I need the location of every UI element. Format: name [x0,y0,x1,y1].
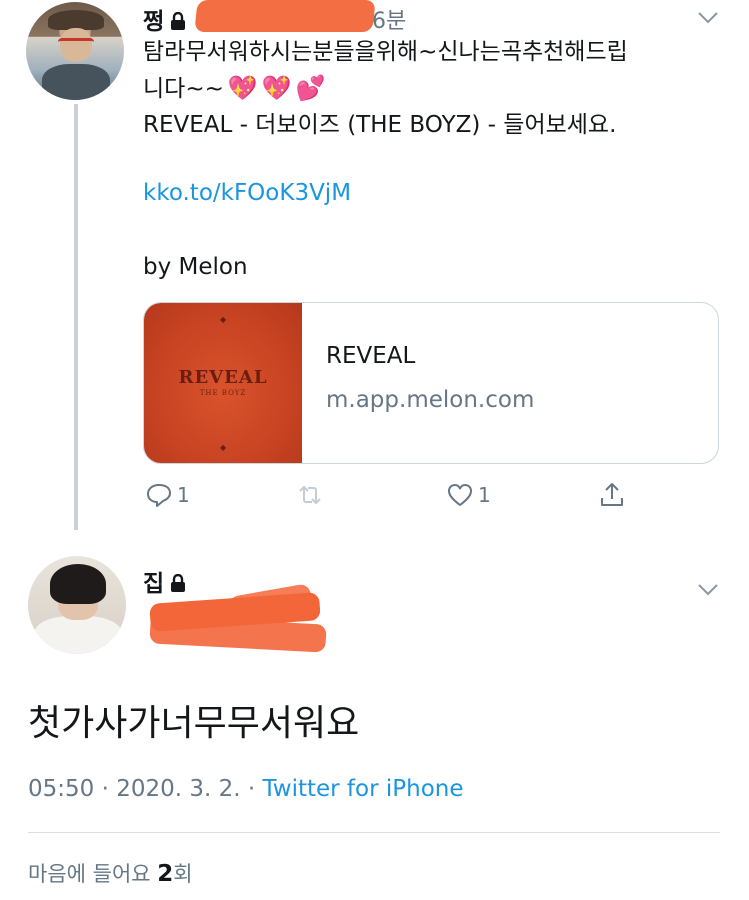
reply-count: 1 [177,483,190,507]
reply-button[interactable]: 1 [145,480,190,510]
avatar[interactable] [26,2,124,100]
redacted-handle [194,0,376,32]
avatar-glasses [58,38,94,46]
display-name[interactable]: 쩡 [143,8,164,34]
tweet-text-line: 니다~~ 💖 💖 💕 [143,70,326,107]
heart-icon [448,484,472,506]
avatar-body [34,616,122,654]
lock-icon [170,573,186,592]
tweet-text-fragment: 니다~~ [143,76,224,102]
lock-icon [170,11,186,30]
chevron-down-icon[interactable] [697,582,719,596]
tweet-time[interactable]: 6분 [372,3,406,35]
separator: · [247,776,256,802]
sparkling-heart-icon: 💖 [227,74,258,102]
retweet-icon [299,486,321,504]
likes-unit: 회 [173,862,193,886]
album-title: REVEAL [178,367,268,388]
tweet-text-line: 탐라무서워하시는분들을위해~신나는곡추천해드립 [143,39,628,65]
album-cover-image: ◆ REVEAL THE BOYZ ◆ [144,303,302,463]
tweet2-header: 집 [143,564,186,598]
ornament-icon: ◆ [220,315,227,324]
tweet-link[interactable]: kko.to/kFOoK3VjM [143,180,351,206]
chevron-down-icon[interactable] [697,10,719,24]
two-hearts-icon: 💕 [295,74,326,102]
tweet-text: 첫가사가너무무서워요 [28,703,360,744]
likes-count: 2 [157,861,174,887]
thread-line [74,104,78,530]
avatar-body [42,64,110,100]
likes-summary[interactable]: 마음에 들어요 2회 [28,858,193,888]
share-button[interactable] [598,480,626,510]
retweet-button[interactable] [296,480,324,510]
tweet-text-line: REVEAL - 더보이즈 (THE BOYZ) - 들어보세요. [143,112,617,138]
avatar-hat [48,10,104,30]
sparkling-heart-icon: 💖 [261,74,292,102]
separator: · [101,776,109,802]
tweet-time[interactable]: 05:50 [28,776,94,802]
avatar[interactable] [28,556,126,654]
display-name[interactable]: 집 [143,570,164,596]
like-count: 1 [478,483,491,507]
album-artist: THE BOYZ [199,389,247,397]
tweet-date[interactable]: 2020. 3. 2. [116,776,240,802]
like-button[interactable]: 1 [446,480,491,510]
tweet-metadata: 05:50 · 2020. 3. 2. · Twitter for iPhone [28,776,464,802]
ornament-icon: ◆ [220,443,227,452]
tweet-source-link[interactable]: Twitter for iPhone [263,776,464,802]
link-card[interactable]: ◆ REVEAL THE BOYZ ◆ REVEAL m.app.melon.c… [143,302,719,464]
tweet1-header: 쩡 [143,2,186,36]
card-title: REVEAL [326,343,416,369]
share-icon [601,483,623,506]
card-domain: m.app.melon.com [326,387,535,413]
reply-icon [147,484,171,507]
avatar-hair [50,564,106,604]
divider [28,832,720,833]
likes-label: 마음에 들어요 [28,862,158,886]
tweet-byline: by Melon [143,254,248,280]
